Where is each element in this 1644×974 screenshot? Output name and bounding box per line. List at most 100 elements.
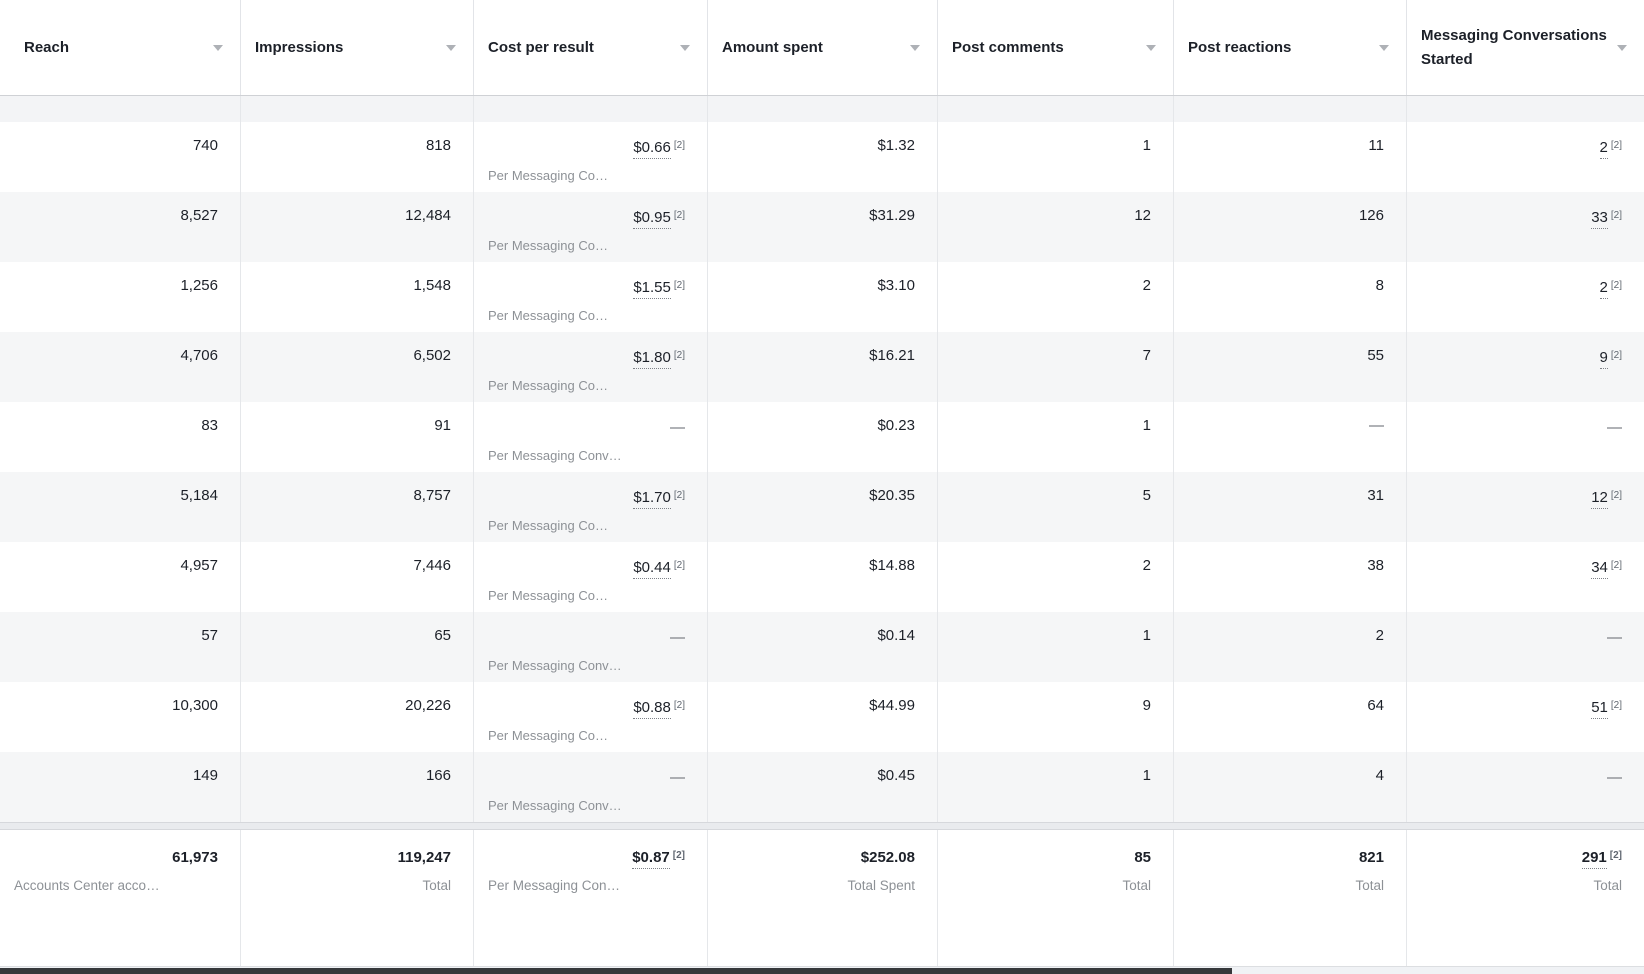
cell-post-reactions: 38 [1174,542,1407,612]
cell-messaging-conversations [1407,96,1644,122]
total-label: Accounts Center acco… [14,876,218,895]
caret-down-icon[interactable] [1379,45,1389,51]
cell-impressions: 20,226 [241,682,474,752]
messaging-value: 51 [1591,698,1608,719]
footnote-ref: [2] [674,490,685,501]
column-header-label: Reach [24,36,69,60]
cell-impressions: 12,484 [241,192,474,262]
footnote-ref: [2] [1611,140,1622,151]
total-label: Total [255,876,451,895]
footnote-ref: [2] [1611,280,1622,291]
clipped-row: Per Messaging Conv… [0,96,1644,122]
cell-messaging-conversations: — [1407,752,1644,822]
cell-messaging-conversations: — [1407,402,1644,472]
total-label: Total [1188,876,1384,895]
table-row: 57 65 — Per Messaging Conv… $0.14 1 2 — [0,612,1644,682]
cell-reach [0,96,241,122]
total-post-reactions: 821 Total [1174,830,1407,966]
cell-post-comments: 1 [938,752,1174,822]
column-header-impressions[interactable]: Impressions [241,0,474,95]
messaging-value: 2 [1600,278,1608,299]
cost-value: $0.95 [633,208,671,229]
cell-cost-per-result: Per Messaging Conv… [474,96,708,122]
cell-reach: 5,184 [0,472,241,542]
caret-down-icon[interactable] [213,45,223,51]
column-header-reach[interactable]: Reach [0,0,241,95]
cost-sublabel: Per Messaging Co… [488,166,685,185]
cell-cost-per-result: $0.44[2] Per Messaging Co… [474,542,708,612]
cell-impressions: 166 [241,752,474,822]
total-label: Total Spent [722,876,915,895]
horizontal-scrollbar[interactable] [0,968,1232,974]
column-header-post-reactions[interactable]: Post reactions [1174,0,1407,95]
cell-post-comments: 1 [938,122,1174,192]
column-header-label: Impressions [255,36,343,60]
table-row: 1,256 1,548 $1.55[2] Per Messaging Co… $… [0,262,1644,332]
cell-post-reactions: 2 [1174,612,1407,682]
cell-messaging-conversations: 51[2] [1407,682,1644,752]
cell-amount-spent: $0.14 [708,612,938,682]
cell-post-comments: 7 [938,332,1174,402]
cell-post-comments: 2 [938,262,1174,332]
cell-impressions: 8,757 [241,472,474,542]
cost-value: $0.44 [633,558,671,579]
footnote-ref: [2] [1611,560,1622,571]
caret-down-icon[interactable] [446,45,456,51]
cell-impressions: 7,446 [241,542,474,612]
cell-messaging-conversations: 9[2] [1407,332,1644,402]
cost-sublabel: Per Messaging Co… [488,376,685,395]
cell-messaging-conversations: 2[2] [1407,122,1644,192]
table-header-row: Reach Impressions Cost per result Amount… [0,0,1644,96]
footnote-ref: [2] [1611,490,1622,501]
cell-cost-per-result: — Per Messaging Conv… [474,612,708,682]
total-reach: 61,973 Accounts Center acco… [0,830,241,966]
cell-reach: 149 [0,752,241,822]
caret-down-icon[interactable] [1146,45,1156,51]
footnote-ref: [2] [1611,210,1622,221]
table-row: 4,706 6,502 $1.80[2] Per Messaging Co… $… [0,332,1644,402]
cost-sublabel: Per Messaging Co… [488,236,685,255]
cell-reach: 57 [0,612,241,682]
cell-impressions: 91 [241,402,474,472]
cost-value: $0.66 [633,138,671,159]
column-header-messaging-conversations-started[interactable]: Messaging Conversations Started [1407,0,1644,95]
total-label: Total [952,876,1151,895]
caret-down-icon[interactable] [1617,45,1627,51]
cost-value: $0.87 [632,848,670,869]
messaging-value: 12 [1591,488,1608,509]
caret-down-icon[interactable] [680,45,690,51]
cell-post-reactions: 64 [1174,682,1407,752]
total-amount-spent: $252.08 Total Spent [708,830,938,966]
total-messaging-conversations: 291[2] Total [1407,830,1644,966]
column-header-post-comments[interactable]: Post comments [938,0,1174,95]
table-row: 83 91 — Per Messaging Conv… $0.23 1 — — [0,402,1644,472]
cell-cost-per-result: $0.95[2] Per Messaging Co… [474,192,708,262]
cell-impressions: 818 [241,122,474,192]
cell-amount-spent: $16.21 [708,332,938,402]
cell-cost-per-result: — Per Messaging Conv… [474,752,708,822]
caret-down-icon[interactable] [910,45,920,51]
cell-amount-spent: $0.45 [708,752,938,822]
scrollbar-track [0,966,1644,974]
column-header-amount-spent[interactable]: Amount spent [708,0,938,95]
cell-post-reactions: 4 [1174,752,1407,822]
cell-cost-per-result: $1.70[2] Per Messaging Co… [474,472,708,542]
column-header-label: Post reactions [1188,36,1291,60]
cell-reach: 740 [0,122,241,192]
cell-post-reactions: 8 [1174,262,1407,332]
cell-amount-spent: $44.99 [708,682,938,752]
cost-value: $1.70 [633,488,671,509]
messaging-value: 34 [1591,558,1608,579]
cell-reach: 10,300 [0,682,241,752]
cell-impressions: 6,502 [241,332,474,402]
cost-value: — [670,628,685,647]
messaging-value: — [1607,628,1622,647]
totals-row: 61,973 Accounts Center acco… 119,247 Tot… [0,830,1644,966]
column-header-cost-per-result[interactable]: Cost per result [474,0,708,95]
cell-amount-spent: $14.88 [708,542,938,612]
column-header-label: Post comments [952,36,1064,60]
total-post-comments: 85 Total [938,830,1174,966]
table-row: 8,527 12,484 $0.95[2] Per Messaging Co… … [0,192,1644,262]
cell-post-comments: 5 [938,472,1174,542]
ads-manager-report-table: Reach Impressions Cost per result Amount… [0,0,1644,974]
